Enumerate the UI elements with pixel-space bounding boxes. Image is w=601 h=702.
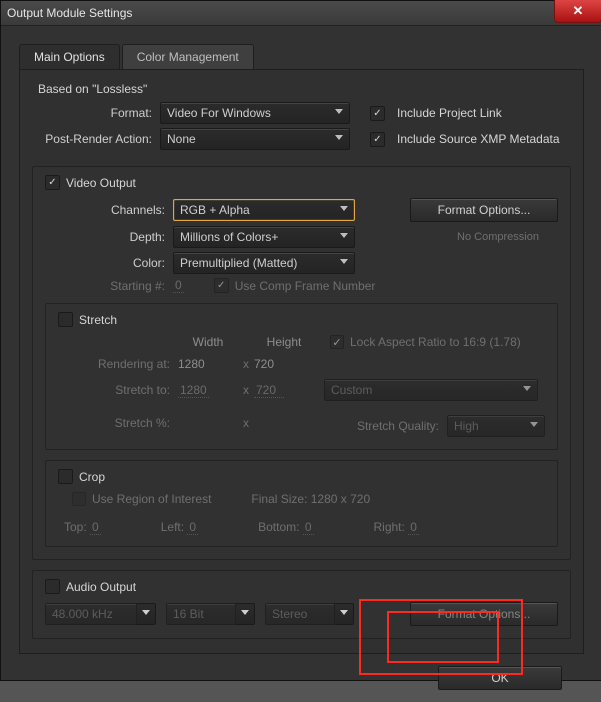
chevron-down-icon [340, 259, 348, 267]
tab-panel-main: Based on "Lossless" Format: Video For Wi… [19, 70, 584, 654]
close-button[interactable]: ✕ [554, 0, 601, 23]
video-output-legend: Video Output [66, 176, 136, 190]
chevron-down-icon [340, 610, 348, 618]
channels-label: Channels: [45, 203, 173, 217]
depth-label: Depth: [45, 230, 173, 244]
based-on-label: Based on "Lossless" [38, 82, 571, 96]
audio-channels-select: Stereo [265, 603, 354, 625]
post-render-action-value: None [167, 129, 196, 149]
tab-color-management[interactable]: Color Management [122, 44, 254, 69]
format-value: Video For Windows [167, 103, 271, 123]
use-comp-frame-checkbox: ✓ [214, 278, 229, 293]
audio-output-checkbox[interactable] [45, 579, 60, 594]
stretch-section: Stretch Width Height ✓ Lock Aspect Ratio… [45, 303, 558, 450]
chevron-down-icon [335, 135, 343, 143]
format-select[interactable]: Video For Windows [160, 102, 350, 124]
stretch-height-header: Height [254, 335, 314, 349]
audio-output-section: Audio Output 48.000 kHz 16 Bit Stereo [32, 570, 571, 639]
include-xmp-checkbox[interactable]: ✓ [370, 132, 385, 147]
crop-bottom-label: Bottom: [258, 520, 299, 534]
lock-aspect-checkbox: ✓ [330, 335, 344, 349]
ok-button[interactable]: OK [438, 666, 562, 690]
rendering-height: 720 [254, 357, 314, 371]
include-xmp-label: Include Source XMP Metadata [397, 132, 560, 146]
stretch-to-label: Stretch to: [58, 383, 178, 397]
crop-top-value[interactable]: 0 [90, 520, 101, 535]
crop-section: Crop Use Region of Interest Final Size: … [45, 460, 558, 547]
color-label: Color: [45, 256, 173, 270]
audio-format-options-button: Format Options... [410, 602, 558, 626]
audio-rate-select: 48.000 kHz [45, 603, 156, 625]
color-value: Premultiplied (Matted) [180, 253, 297, 273]
tab-main-options[interactable]: Main Options [19, 44, 120, 69]
chevron-down-icon [530, 422, 538, 430]
stretch-to-width[interactable]: 1280 [178, 383, 209, 398]
video-output-section: ✓ Video Output Channels: RGB + Alpha For… [32, 166, 571, 560]
use-roi-label: Use Region of Interest [92, 492, 211, 506]
stretch-to-height[interactable]: 720 [254, 383, 284, 398]
chevron-down-icon [523, 386, 531, 394]
audio-bits-select: 16 Bit [166, 603, 255, 625]
include-project-link-checkbox[interactable]: ✓ [370, 106, 385, 121]
chevron-down-icon [340, 206, 348, 214]
crop-right-label: Right: [374, 520, 405, 534]
chevron-down-icon [340, 233, 348, 241]
include-project-link-label: Include Project Link [397, 106, 502, 120]
format-options-button[interactable]: Format Options... [410, 198, 558, 222]
stretch-legend: Stretch [79, 313, 117, 327]
starting-number-label: Starting #: [45, 279, 173, 293]
channels-value: RGB + Alpha [180, 200, 250, 220]
stretch-preset-select: Custom [324, 379, 538, 401]
compression-info: No Compression [438, 231, 558, 243]
crop-left-value[interactable]: 0 [187, 520, 198, 535]
final-size-label: Final Size: 1280 x 720 [251, 492, 370, 506]
stretch-quality-value: High [454, 416, 479, 436]
window-title: Output Module Settings [7, 6, 596, 20]
crop-checkbox[interactable] [58, 469, 73, 484]
starting-number-value[interactable]: 0 [173, 278, 184, 293]
rendering-width: 1280 [178, 357, 238, 371]
rendering-at-label: Rendering at: [58, 357, 178, 371]
chevron-down-icon [241, 610, 249, 618]
chevron-down-icon [335, 109, 343, 117]
crop-legend: Crop [79, 470, 105, 484]
post-render-action-label: Post-Render Action: [32, 132, 160, 146]
tab-bar: Main Options Color Management [19, 44, 584, 70]
use-comp-frame-label: Use Comp Frame Number [235, 279, 376, 293]
crop-left-label: Left: [161, 520, 184, 534]
crop-right-value[interactable]: 0 [408, 520, 419, 535]
stretch-quality-label: Stretch Quality: [357, 419, 439, 433]
depth-select[interactable]: Millions of Colors+ [173, 226, 355, 248]
stretch-checkbox[interactable] [58, 312, 73, 327]
crop-bottom-value[interactable]: 0 [303, 520, 314, 535]
depth-value: Millions of Colors+ [180, 227, 278, 247]
crop-top-label: Top: [64, 520, 87, 534]
stretch-quality-select: High [447, 415, 545, 437]
color-select[interactable]: Premultiplied (Matted) [173, 252, 355, 274]
post-render-action-select[interactable]: None [160, 128, 350, 150]
chevron-down-icon [142, 610, 150, 618]
stretch-pct-label: Stretch %: [58, 416, 178, 430]
close-icon: ✕ [573, 3, 584, 19]
audio-output-legend: Audio Output [66, 580, 136, 594]
stretch-preset-value: Custom [331, 380, 372, 400]
lock-aspect-label: Lock Aspect Ratio to 16:9 (1.78) [350, 335, 521, 349]
use-roi-checkbox [72, 492, 86, 506]
video-output-checkbox[interactable]: ✓ [45, 175, 60, 190]
output-module-settings-window: Output Module Settings ✕ Main Options Co… [0, 0, 601, 681]
format-label: Format: [32, 106, 160, 120]
stretch-width-header: Width [178, 335, 238, 349]
titlebar[interactable]: Output Module Settings ✕ [1, 1, 601, 26]
channels-select[interactable]: RGB + Alpha [173, 199, 355, 221]
